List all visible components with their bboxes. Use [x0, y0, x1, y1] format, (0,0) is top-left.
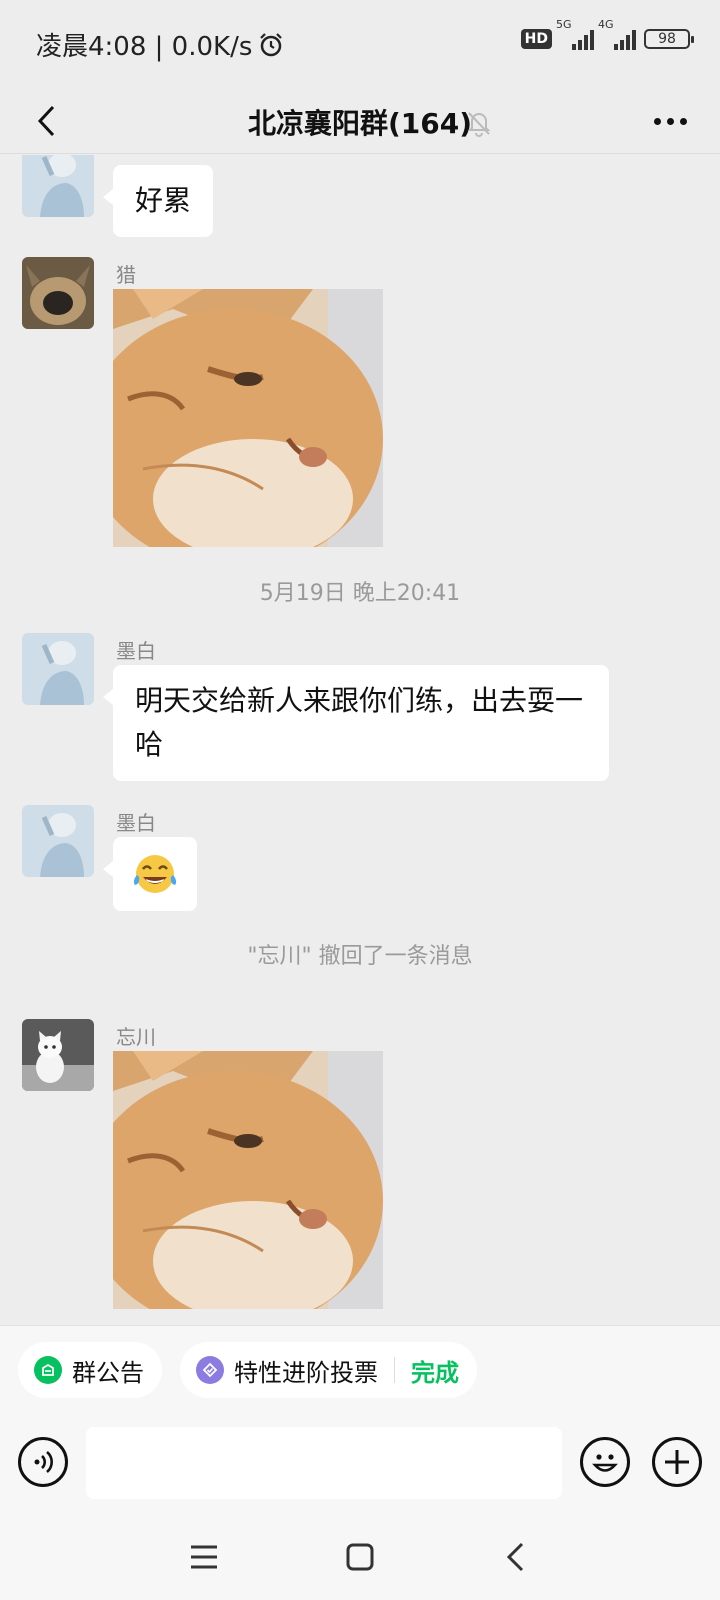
home-square-icon: [346, 1543, 374, 1571]
cat-sticker-image: [113, 289, 383, 547]
avatar-wangchuan-image: [22, 1019, 94, 1091]
voice-input-button[interactable]: [18, 1437, 68, 1487]
emoji-button[interactable]: [580, 1437, 630, 1487]
recent-apps-button[interactable]: [184, 1537, 224, 1577]
vote-label: 特性进阶投票: [234, 1358, 378, 1387]
sender-name: 墨白: [116, 811, 156, 835]
avatar-mobai[interactable]: [22, 633, 94, 705]
announcement-icon: [34, 1356, 62, 1384]
announcement-label: 群公告: [72, 1358, 144, 1387]
vote-icon: [196, 1356, 224, 1384]
message-text: 好累: [135, 184, 192, 217]
net-5g-label: 5G: [556, 18, 572, 31]
recall-notice: "忘川" 撤回了一条消息: [247, 944, 473, 969]
net-4g-label: 4G: [598, 18, 614, 31]
input-bar: [0, 1415, 720, 1515]
status-time-text: 凌晨4:08 | 0.0K/s: [36, 32, 253, 62]
status-indicators: HD 5G 4G 98: [520, 18, 694, 50]
avatar-mobai[interactable]: [22, 155, 94, 217]
more-button[interactable]: [642, 96, 698, 146]
message-list[interactable]: 好累 猎 5月19日 晚上20:41 墨白 明天交给新人来跟你们练，出去耍一哈 …: [0, 155, 720, 1325]
vote-button[interactable]: 特性进阶投票 完成: [180, 1342, 477, 1398]
divider: [394, 1357, 395, 1383]
group-announcement-button[interactable]: 群公告: [18, 1342, 162, 1398]
battery-icon: 98: [644, 29, 694, 49]
sticker-cat-image[interactable]: [113, 1051, 383, 1309]
avatar-lie-image: [22, 257, 94, 329]
message-bubble[interactable]: 好累: [102, 165, 214, 237]
smiley-icon: [592, 1454, 618, 1472]
chat-title: 北凉襄阳群(164): [247, 107, 473, 140]
more-actions-button[interactable]: [652, 1437, 702, 1487]
status-time: 凌晨4:08 | 0.0K/s: [36, 26, 284, 63]
status-bar: 凌晨4:08 | 0.0K/s HD 5G 4G 98: [0, 0, 720, 88]
alarm-icon: [260, 32, 283, 56]
more-dot-icon: [666, 117, 674, 125]
avatar-wangchuan[interactable]: [22, 1019, 94, 1091]
timestamp: 5月19日 晚上20:41: [259, 581, 461, 606]
sender-name: 猎: [116, 263, 136, 287]
shortcut-bar: 群公告 特性进阶投票 完成: [0, 1325, 720, 1415]
chat-header: 北凉襄阳群(164): [0, 88, 720, 154]
sticker-cat-image[interactable]: [113, 289, 383, 547]
mute-bell-icon: [467, 112, 491, 137]
message-input[interactable]: [86, 1427, 562, 1499]
menu-icon: [191, 1545, 217, 1569]
sender-name: 墨白: [116, 639, 156, 663]
vote-done-label[interactable]: 完成: [411, 1353, 459, 1388]
sender-name: 忘川: [116, 1025, 156, 1049]
avatar-mobai[interactable]: [22, 805, 94, 877]
more-dot-icon: [653, 117, 661, 125]
laughing-tears-emoji-icon: [133, 855, 177, 893]
message-text: 明天交给新人来跟你们练，出去耍一哈: [135, 684, 584, 761]
hd-badge: HD: [520, 29, 552, 49]
plus-icon: [665, 1450, 689, 1474]
avatar-lie[interactable]: [22, 257, 94, 329]
voice-icon: [34, 1451, 53, 1473]
signal-5g-icon: 5G: [556, 18, 594, 50]
home-button[interactable]: [340, 1537, 380, 1577]
message-bubble[interactable]: 😂: [103, 837, 197, 911]
cat-sticker-image: [113, 1051, 383, 1309]
battery-level: 98: [658, 31, 676, 47]
back-nav-button[interactable]: [496, 1537, 536, 1577]
avatar-mobai-image: [22, 155, 94, 217]
signal-4g-icon: 4G: [598, 18, 636, 50]
back-triangle-icon: [506, 1542, 524, 1572]
more-dot-icon: [679, 117, 687, 125]
system-navigation-bar: [0, 1515, 720, 1600]
avatar-mobai-image: [22, 805, 94, 877]
message-bubble[interactable]: 明天交给新人来跟你们练，出去耍一哈: [103, 665, 609, 781]
avatar-mobai-image: [22, 633, 94, 705]
